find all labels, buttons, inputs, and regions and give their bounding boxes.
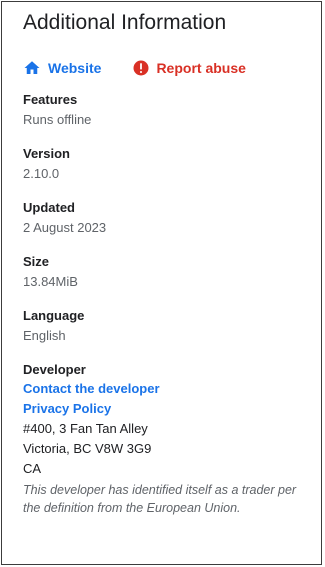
detail-value: 13.84MiB xyxy=(23,274,78,289)
detail-value: English xyxy=(23,328,66,343)
developer-address-line: #400, 3 Fan Tan Alley xyxy=(23,421,148,436)
detail-size: Size 13.84MiB xyxy=(23,253,311,291)
report-abuse-label: Report abuse xyxy=(156,60,246,76)
details-list: Features Runs offline Version 2.10.0 Upd… xyxy=(23,91,311,517)
additional-info-panel: Additional Information Website Report ab… xyxy=(1,1,322,565)
detail-value: 2 August 2023 xyxy=(23,220,107,235)
website-link-label: Website xyxy=(48,60,102,76)
trader-note: This developer has identified itself as … xyxy=(23,483,297,515)
detail-label: Size xyxy=(23,254,50,269)
detail-label: Language xyxy=(23,308,85,323)
website-link[interactable]: Website xyxy=(23,59,101,77)
detail-version: Version 2.10.0 xyxy=(23,145,311,183)
report-abuse-link[interactable]: Report abuse xyxy=(132,59,246,77)
detail-value: 2.10.0 xyxy=(23,166,60,181)
section-title: Additional Information xyxy=(23,11,227,34)
developer-label: Developer xyxy=(23,362,86,377)
privacy-policy-link[interactable]: Privacy Policy xyxy=(23,399,311,419)
detail-label: Features xyxy=(23,92,78,107)
detail-label: Updated xyxy=(23,200,75,215)
detail-developer: Developer Contact the developer Privacy … xyxy=(23,361,311,517)
additional-info-content: Additional Information Website Report ab… xyxy=(23,2,311,517)
links-row: Website Report abuse xyxy=(23,59,311,77)
developer-address-line: Victoria, BC V8W 3G9 xyxy=(23,441,152,456)
detail-label: Version xyxy=(23,146,70,161)
detail-features: Features Runs offline xyxy=(23,91,311,129)
detail-updated: Updated 2 August 2023 xyxy=(23,199,311,237)
alert-icon xyxy=(132,59,150,77)
home-icon xyxy=(23,59,41,77)
developer-address-line: CA xyxy=(23,461,42,476)
detail-language: Language English xyxy=(23,307,311,345)
detail-value: Runs offline xyxy=(23,112,92,127)
contact-developer-link[interactable]: Contact the developer xyxy=(23,379,311,399)
